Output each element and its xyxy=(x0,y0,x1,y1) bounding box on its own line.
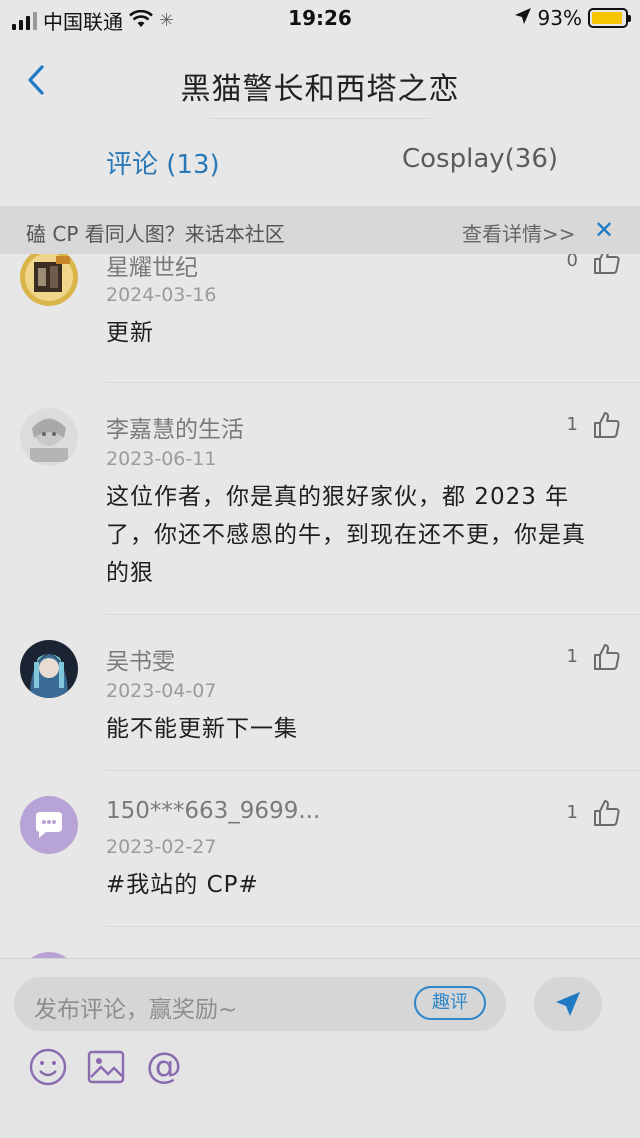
comment-item: 李嘉慧的生活 2023-06-11 这位作者，你是真的狠好家伙，都 2023 年… xyxy=(0,384,640,616)
comment-list[interactable]: 星耀世纪 2024-03-16 更新 0 李嘉慧的生活 2023-06-11 这… xyxy=(0,254,640,958)
comment-author[interactable]: 150***663_9699... xyxy=(106,798,320,824)
status-bar: 中国联通 ✳ 19:26 93% xyxy=(0,0,640,36)
thumbs-up-icon[interactable] xyxy=(592,254,622,276)
divider xyxy=(106,382,640,383)
image-icon xyxy=(87,1050,125,1084)
image-button[interactable] xyxy=(86,1047,126,1087)
banner-text: 磕 CP 看同人图？来话本社区 xyxy=(26,222,285,246)
promo-banner[interactable]: 磕 CP 看同人图？来话本社区 查看详情>> ✕ xyxy=(0,206,640,254)
thumbs-up-icon[interactable] xyxy=(592,410,622,440)
comment-text: #我站的 CP# xyxy=(106,872,259,898)
close-icon[interactable]: ✕ xyxy=(594,216,614,244)
thumbs-up-icon[interactable] xyxy=(592,798,622,828)
divider xyxy=(106,770,640,771)
page-title: 黑猫警长和西塔之恋 xyxy=(180,72,460,107)
tab-comments[interactable]: 评论 (13) xyxy=(106,144,220,181)
avatar[interactable] xyxy=(20,254,78,306)
comment-date: 2023-02-27 xyxy=(106,836,217,858)
like-count: 1 xyxy=(566,802,578,823)
comment-text: 能不能更新下一集 xyxy=(106,716,298,742)
nav-divider xyxy=(210,118,430,119)
like-count: 0 xyxy=(566,254,578,271)
quick-comment-button[interactable]: 趣评 xyxy=(414,986,486,1020)
comment-author[interactable]: 李嘉慧的生活 xyxy=(106,410,244,444)
comment-item: 吴书雯 2023-04-07 能不能更新下一集 1 xyxy=(0,616,640,772)
comment-date: 2024-03-16 xyxy=(106,284,217,306)
comment-author[interactable]: 吴书雯 xyxy=(106,642,175,676)
like-count: 1 xyxy=(566,414,578,435)
like-count: 1 xyxy=(566,646,578,667)
location-icon xyxy=(514,6,532,30)
send-button[interactable] xyxy=(534,977,602,1031)
comment-date: 2023-04-07 xyxy=(106,680,217,702)
comment-item: 150***663_9699... 2023-02-27 #我站的 CP# 1 xyxy=(0,772,640,928)
divider xyxy=(106,926,640,927)
tab-cosplay[interactable]: Cosplay(36) xyxy=(402,144,558,174)
comment-text: 这位作者，你是真的狠好家伙，都 2023 年了，你还不感恩的牛，到现在还不更，你… xyxy=(106,484,586,586)
send-icon xyxy=(556,992,580,1016)
status-right: 93% xyxy=(514,6,631,30)
nav-bar: 黑猫警长和西塔之恋 xyxy=(0,36,640,120)
comment-item xyxy=(0,928,640,958)
emoji-icon xyxy=(29,1048,67,1086)
tabs: 评论 (13) Cosplay(36) xyxy=(0,120,640,206)
avatar[interactable] xyxy=(20,796,78,854)
comment-composer: 发布评论，赢奖励~ 趣评 @ xyxy=(0,958,640,1138)
comment-item: 星耀世纪 2024-03-16 更新 0 xyxy=(0,254,640,384)
avatar[interactable] xyxy=(20,640,78,698)
comment-text: 更新 xyxy=(106,320,154,346)
comment-input[interactable]: 发布评论，赢奖励~ 趣评 xyxy=(14,977,506,1031)
comment-date: 2023-06-11 xyxy=(106,448,217,470)
emoji-button[interactable] xyxy=(28,1047,68,1087)
thumbs-up-icon[interactable] xyxy=(592,642,622,672)
battery-icon xyxy=(588,8,631,28)
divider xyxy=(106,614,640,615)
avatar[interactable] xyxy=(20,408,78,466)
banner-details-link[interactable]: 查看详情>> xyxy=(462,218,576,247)
comment-author[interactable]: 星耀世纪 xyxy=(106,254,198,282)
comment-input-placeholder: 发布评论，赢奖励~ xyxy=(34,997,238,1023)
battery-percent: 93% xyxy=(537,6,582,30)
mention-button[interactable]: @ xyxy=(144,1047,184,1087)
